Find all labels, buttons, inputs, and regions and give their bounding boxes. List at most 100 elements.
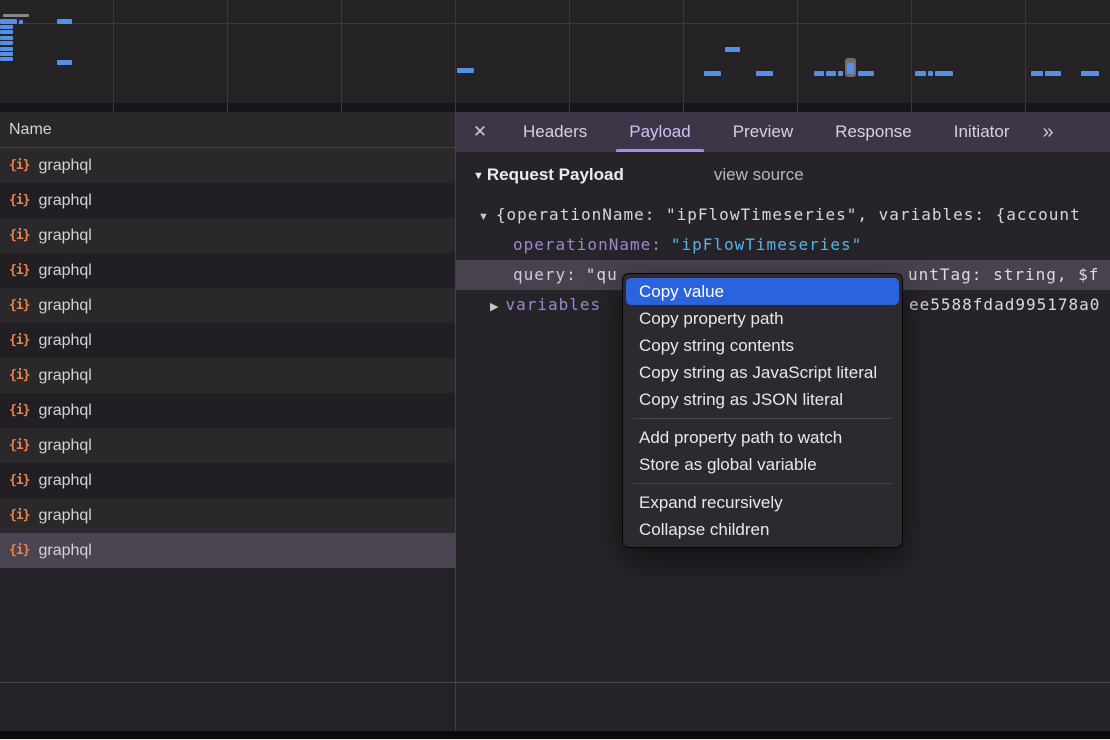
menu-separator <box>633 483 892 484</box>
tab-payload[interactable]: Payload <box>616 112 703 152</box>
overview-request-bar <box>725 47 740 52</box>
json-braces-icon: {i} <box>9 228 29 243</box>
name-column-header[interactable]: Name <box>0 112 455 148</box>
more-tabs-icon[interactable]: » <box>1042 121 1051 144</box>
collapse-arrow-icon[interactable]: ▼ <box>478 211 489 223</box>
menu-separator <box>633 418 892 419</box>
overview-request-bar <box>704 71 721 76</box>
menu-item-copy-string-contents[interactable]: Copy string contents <box>626 332 899 359</box>
request-row-graphql[interactable]: {i} graphql <box>0 218 455 253</box>
menu-item-expand-recursively[interactable]: Expand recursively <box>626 489 899 516</box>
json-braces-icon: {i} <box>9 473 29 488</box>
property-key: operationName: <box>513 235 662 254</box>
json-braces-icon: {i} <box>9 403 29 418</box>
property-key: query: <box>513 265 577 284</box>
overview-request-bar <box>19 20 23 24</box>
view-source-link[interactable]: view source <box>714 165 804 185</box>
request-row-graphql[interactable]: {i} graphql <box>0 463 455 498</box>
request-name-label: graphql <box>38 227 91 245</box>
overview-request-bar <box>0 19 17 24</box>
json-braces-icon: {i} <box>9 543 29 558</box>
overview-request-bar <box>0 47 13 51</box>
menu-item-collapse-children[interactable]: Collapse children <box>626 516 899 543</box>
request-name-label: graphql <box>38 262 91 280</box>
json-braces-icon: {i} <box>9 158 29 173</box>
request-row-graphql[interactable]: {i}graphql <box>0 498 455 533</box>
menu-item-copy-value[interactable]: Copy value <box>626 278 899 305</box>
overview-request-bar <box>57 60 72 65</box>
request-row-graphql[interactable]: {i} graphql <box>0 533 455 568</box>
tab-headers[interactable]: Headers <box>510 112 600 152</box>
overview-request-bar <box>814 71 824 76</box>
request-name-label: graphql <box>38 192 91 210</box>
close-icon[interactable]: ✕ <box>468 122 492 142</box>
overview-lane-divider <box>0 23 1110 24</box>
section-collapse-icon[interactable]: ▼ <box>473 170 484 182</box>
overview-request-bar <box>1045 71 1061 76</box>
request-row-graphql[interactable]: {i} graphql <box>0 428 455 463</box>
request-row-graphql[interactable]: {i} graphql <box>0 183 455 218</box>
property-key: variables <box>505 295 601 314</box>
overview-request-bar <box>0 36 13 40</box>
property-value: "ipFlowTimeseries" <box>671 235 862 254</box>
request-row-graphql[interactable]: {i}graphql <box>0 358 455 393</box>
request-row-graphql[interactable]: {i}graphql <box>0 148 455 183</box>
tab-response[interactable]: Response <box>822 112 925 152</box>
menu-item-copy-property-path[interactable]: Copy property path <box>626 305 899 332</box>
json-braces-icon: {i} <box>9 438 29 453</box>
overview-request-bar <box>756 71 773 76</box>
json-braces-icon: {i} <box>9 193 29 208</box>
json-braces-icon: {i} <box>9 298 29 313</box>
menu-item-add-property-path-to-watch[interactable]: Add property path to watch <box>626 424 899 451</box>
overview-gridline <box>797 0 798 112</box>
overview-request-bar <box>1031 71 1043 76</box>
request-list-panel: Name {i} graphql {i} graphql {i} graphql {i} gr… <box>0 112 455 740</box>
overview-gridline <box>911 0 912 112</box>
overview-request-bar <box>0 25 13 29</box>
request-name-label: graphql <box>38 472 91 490</box>
tab-initiator[interactable]: Initiator <box>941 112 1023 152</box>
root-object-preview: {operationName: "ipFlowTimeseries", vari… <box>496 205 1081 224</box>
network-overview-waterfall[interactable] <box>0 0 1110 112</box>
overview-gridline <box>1025 0 1026 112</box>
request-row-graphql[interactable]: {i} graphql <box>0 323 455 358</box>
tab-preview[interactable]: Preview <box>720 112 806 152</box>
json-braces-icon: {i} <box>9 333 29 348</box>
request-row-graphql[interactable]: {i}graphql <box>0 288 455 323</box>
menu-item-copy-string-as-javascript-literal[interactable]: Copy string as JavaScript literal <box>626 359 899 386</box>
active-tab-underline <box>616 149 703 152</box>
expand-arrow-icon[interactable]: ▶ <box>490 301 498 313</box>
overview-gridline <box>227 0 228 112</box>
overview-gridline <box>683 0 684 112</box>
overview-request-bar <box>826 71 836 76</box>
menu-item-copy-string-as-json-literal[interactable]: Copy string as JSON literal <box>626 386 899 413</box>
footer-divider <box>0 682 1110 683</box>
overview-request-bar <box>0 52 13 56</box>
request-row-graphql[interactable]: {i}graphql <box>0 253 455 288</box>
request-name-label: graphql <box>38 437 91 455</box>
overview-gridline <box>113 0 114 112</box>
request-name-label: graphql <box>38 332 91 350</box>
request-name-label: graphql <box>38 402 91 420</box>
overview-request-bar <box>838 71 843 76</box>
overview-request-bar <box>0 30 13 34</box>
menu-item-store-as-global-variable[interactable]: Store as global variable <box>626 451 899 478</box>
overview-bottom-strip <box>0 103 1110 112</box>
overview-gridline <box>341 0 342 112</box>
request-name-label: graphql <box>38 542 91 560</box>
overview-request-bar <box>457 68 474 73</box>
window-bottom-bar <box>0 731 1110 739</box>
section-title: Request Payload <box>487 165 624 185</box>
overview-request-bar <box>935 71 953 76</box>
request-row-graphql[interactable]: {i} graphql <box>0 393 455 428</box>
overview-gridline <box>455 0 456 112</box>
detail-tab-bar: ✕ Headers Payload Preview Response Initiator… <box>456 112 1110 152</box>
request-payload-section-header: ▼ Request Payload view source <box>473 165 804 185</box>
property-value: "qu <box>586 265 618 284</box>
operation-name-row[interactable]: operationName: "ipFlowTimeseries" <box>456 230 1110 260</box>
overview-gridline <box>569 0 570 112</box>
overview-request-bar <box>928 71 933 76</box>
name-column-label: Name <box>9 121 52 138</box>
overview-request-bar <box>0 41 13 45</box>
root-object-row[interactable]: ▼ {operationName: "ipFlowTimeseries", var… <box>456 200 1110 230</box>
